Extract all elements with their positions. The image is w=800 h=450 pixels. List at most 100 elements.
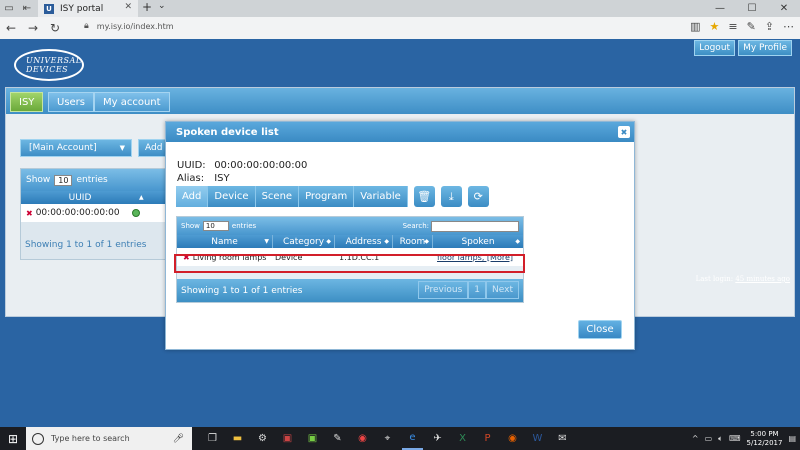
- column-spoken[interactable]: Spoken ◆: [433, 235, 523, 248]
- chrome-icon[interactable]: ◉: [352, 427, 373, 450]
- column-spoken-label: Spoken: [461, 236, 495, 247]
- device-button[interactable]: Device: [208, 186, 256, 207]
- keyboard-icon[interactable]: ⌨: [729, 434, 741, 443]
- next-button[interactable]: Next: [486, 281, 519, 299]
- powerpoint-icon[interactable]: P: [477, 427, 498, 450]
- column-room[interactable]: Room ◆: [393, 235, 433, 248]
- new-tab-icon[interactable]: +: [142, 0, 152, 14]
- column-category-label: Category: [282, 236, 325, 247]
- favorite-star-icon[interactable]: ★: [709, 20, 719, 33]
- clock[interactable]: 5:00 PM 5/12/2017: [747, 430, 783, 448]
- caret-down-icon: ▼: [119, 144, 125, 152]
- browser-toolbar: ▥ ★ ≡ ✎ ⇪ ⋯: [690, 20, 794, 33]
- chevron-up-icon[interactable]: ^: [692, 434, 699, 443]
- tab-users[interactable]: Users: [48, 92, 95, 112]
- uuid-value: 00:00:00:00:00:00: [214, 160, 308, 171]
- dialog-close-icon[interactable]: ✖: [618, 126, 630, 138]
- tab-isy[interactable]: ISY: [10, 92, 44, 112]
- close-window-icon[interactable]: ✕: [768, 0, 800, 17]
- previous-button[interactable]: Previous: [418, 281, 469, 299]
- alias-value: ISY: [214, 173, 230, 184]
- reading-view-icon[interactable]: ▥: [690, 20, 700, 33]
- sort-icon: ◆: [384, 238, 389, 245]
- tab-my-account[interactable]: My account: [94, 92, 170, 112]
- scene-button[interactable]: Scene: [255, 186, 300, 207]
- page-size-select[interactable]: 10: [202, 221, 229, 231]
- page-1-button[interactable]: 1: [468, 281, 487, 299]
- row-highlight: [174, 254, 525, 273]
- back-arrow-icon[interactable]: ←: [0, 17, 22, 39]
- back-to-tabs-icon[interactable]: ⇤: [18, 0, 36, 17]
- last-login-label: Last login:: [695, 275, 734, 283]
- uuid-table-header: UUID ▲: [21, 191, 167, 204]
- network-icon[interactable]: ▭: [705, 434, 713, 443]
- logo-line-1: UNIVERSAL: [26, 56, 82, 65]
- column-room-label: Room: [399, 236, 426, 247]
- task-view-icon[interactable]: ❐: [202, 427, 223, 450]
- column-address-label: Address: [345, 236, 382, 247]
- search-input[interactable]: [431, 221, 519, 232]
- delete-x-icon[interactable]: ✖: [26, 209, 33, 218]
- online-status-icon: [131, 209, 140, 217]
- forward-arrow-icon[interactable]: →: [22, 17, 44, 39]
- maximize-icon[interactable]: ☐: [736, 0, 768, 17]
- share-icon[interactable]: ⇪: [765, 20, 774, 33]
- table-row[interactable]: ✖ 00:00:00:00:00:00: [21, 204, 167, 222]
- firefox-icon[interactable]: ◉: [502, 427, 523, 450]
- edge-icon[interactable]: e: [402, 427, 423, 450]
- volume-icon[interactable]: 🔈︎: [718, 434, 723, 444]
- microphone-icon[interactable]: 🎤︎: [173, 434, 184, 444]
- last-login-value[interactable]: 45 minutes ago: [735, 275, 790, 283]
- spoken-table-footer: Showing 1 to 1 of 1 entries Previous 1 N…: [177, 279, 523, 302]
- spoken-device-list-dialog: Spoken device list ✖ UUID: 00:00:00:00:0…: [165, 121, 635, 350]
- uuid-table-footer: Showing 1 to 1 of 1 entries: [25, 240, 147, 250]
- app-icon[interactable]: ▣: [277, 427, 298, 450]
- main-tabs: ISY Users My account: [6, 88, 794, 114]
- hub-icon[interactable]: ≡: [728, 20, 737, 33]
- sort-icon[interactable]: ▲: [139, 194, 144, 201]
- column-address[interactable]: Address ◆: [335, 235, 393, 248]
- my-profile-button[interactable]: My Profile: [738, 40, 792, 56]
- account-select[interactable]: [Main Account] ▼: [20, 139, 132, 157]
- url-field[interactable]: 🔒︎ my.isy.io/index.htm: [84, 21, 174, 31]
- refresh-icon[interactable]: ⟳: [467, 186, 489, 207]
- chevron-down-icon[interactable]: ⌄: [158, 1, 166, 11]
- close-button[interactable]: Close: [578, 320, 622, 339]
- show-label: Show: [26, 175, 51, 185]
- search-placeholder: Type here to search: [51, 434, 130, 443]
- logout-button[interactable]: Logout: [694, 40, 736, 56]
- app-icon[interactable]: ⌖: [377, 427, 398, 450]
- column-name[interactable]: Name ▼: [177, 235, 273, 248]
- excel-icon[interactable]: X: [452, 427, 473, 450]
- app-icon[interactable]: ✈: [427, 427, 448, 450]
- minimize-icon[interactable]: —: [704, 0, 736, 17]
- browser-tab-bar: ▭ ⇤ U ISY portal ✕ + ⌄ — ☐ ✕: [0, 0, 800, 17]
- account-links: Logout My Profile: [694, 40, 792, 56]
- word-icon[interactable]: W: [527, 427, 548, 450]
- entries-label: entries: [231, 222, 257, 230]
- trash-icon[interactable]: 🗑︎: [413, 186, 435, 207]
- column-category[interactable]: Category ◆: [273, 235, 335, 248]
- uuid-table: Show 10 entries UUID ▲ ✖ 00:00:00:00:00:…: [20, 168, 168, 260]
- windows-start-icon[interactable]: ⊞: [0, 427, 26, 450]
- web-note-icon[interactable]: ✎: [747, 20, 756, 33]
- refresh-icon[interactable]: ↻: [44, 17, 66, 39]
- download-icon[interactable]: ⤓: [440, 186, 462, 207]
- app-icon[interactable]: ✎: [327, 427, 348, 450]
- app-icon[interactable]: ▣: [302, 427, 323, 450]
- taskbar-search[interactable]: Type here to search 🎤︎: [26, 427, 192, 450]
- mail-icon[interactable]: ✉: [552, 427, 573, 450]
- uuid-column-header[interactable]: UUID: [21, 193, 139, 203]
- variable-button[interactable]: Variable: [354, 186, 408, 207]
- program-button[interactable]: Program: [299, 186, 355, 207]
- file-explorer-icon[interactable]: ▬: [227, 427, 248, 450]
- more-icon[interactable]: ⋯: [783, 20, 794, 33]
- settings-gear-icon[interactable]: ⚙: [252, 427, 273, 450]
- spoken-table-toolbar: Show 10 entries Search:: [177, 217, 523, 235]
- close-tab-icon[interactable]: ✕: [124, 2, 132, 12]
- page-size-select[interactable]: 10: [54, 174, 73, 186]
- notifications-icon[interactable]: ▤: [788, 434, 796, 443]
- browser-tab-active[interactable]: U ISY portal ✕: [38, 0, 138, 17]
- add-button[interactable]: Add: [176, 186, 209, 207]
- tab-preview-icon[interactable]: ▭: [0, 0, 18, 17]
